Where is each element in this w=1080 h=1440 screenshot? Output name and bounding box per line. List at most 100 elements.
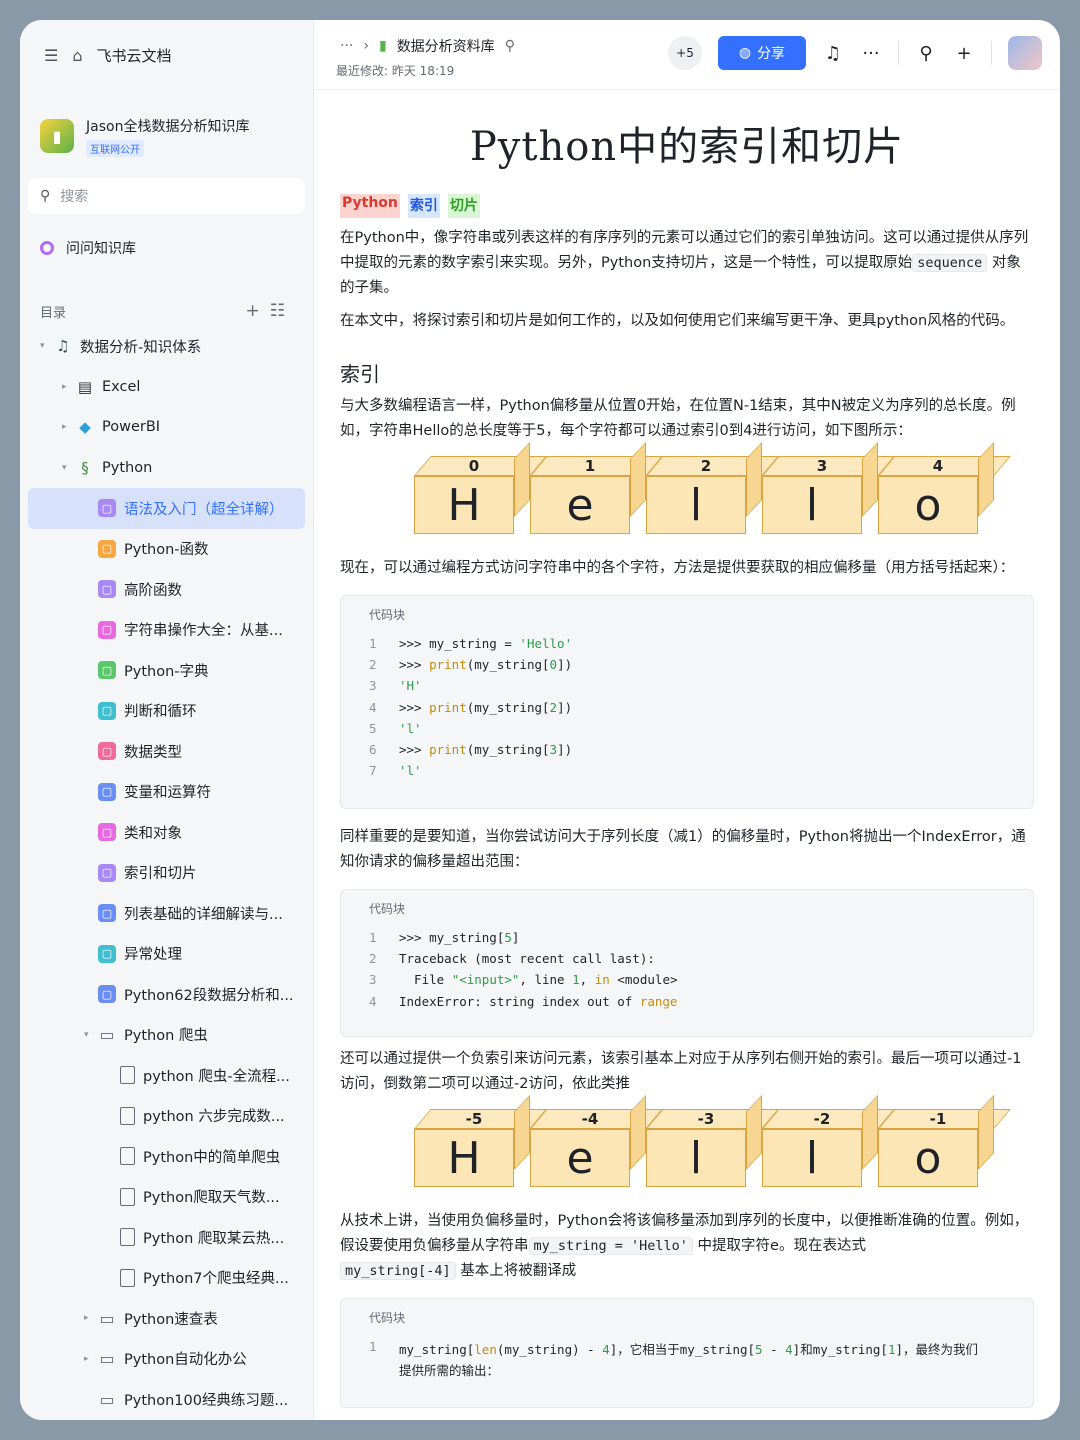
sidebar-item[interactable]: ▸ ◆ PowerBI [20,407,313,448]
add-page-icon[interactable]: + [246,301,270,321]
avatar[interactable] [1008,36,1042,70]
box-letter: o [878,476,978,534]
box-index: -3 [697,1110,715,1128]
sidebar-item-label: Python-字典 [124,663,209,680]
list-options-icon[interactable]: ☷ [270,301,295,321]
divider [991,41,992,65]
code-block[interactable]: 代码块 1 >>> my_string = 'Hello' 2 >>> print(m… [340,595,1034,809]
search-icon[interactable]: ⚲ [915,43,937,64]
share-button[interactable]: ◍ 分享 [718,36,806,70]
sidebar-item-label: Python7个爬虫经典... [143,1271,289,1288]
page-icon: ▢ [98,499,116,518]
pin-icon[interactable]: ⚲ [505,38,515,54]
sidebar-item-label: Python自动化办公 [124,1352,247,1369]
sidebar-item-label: python 爬虫-全流程... [143,1068,290,1085]
search-input[interactable]: ⚲ 搜索 [28,178,305,214]
sidebar-item[interactable]: ▢ Python-字典 [20,650,313,691]
home-icon[interactable]: ⌂ [72,46,82,65]
sidebar-item[interactable]: ▢ 变量和运算符 [20,772,313,813]
diamond-icon: ◆ [79,418,91,437]
code-block[interactable]: 代码块 1 >>> my_string[5] 2 Traceback (most re… [340,889,1034,1037]
knowledge-base-header[interactable]: ▮ Jason全栈数据分析知识库 互联网公开 [20,90,313,160]
code-block[interactable]: 代码块 1 my_string[len(my_string) - 4]，它相当于m… [340,1298,1034,1408]
sidebar-item[interactable]: ▸ ▤ Excel [20,367,313,408]
more-icon[interactable]: ··· [340,38,353,54]
chevron-down-icon[interactable]: ▾ [62,463,76,473]
sidebar-item[interactable]: Python7个爬虫经典... [20,1258,313,1299]
chevron-right-icon[interactable]: ▸ [62,382,76,392]
code-line: 7'l' [369,763,422,779]
tag[interactable]: 索引 [407,194,440,218]
chevron-right-icon: › [363,38,369,54]
sidebar-item[interactable]: ▢ 判断和循环 [20,691,313,732]
doc-icon [120,1268,135,1287]
more-options-icon[interactable]: ··· [860,43,882,64]
paragraph: 在Python中，像字符串或列表这样的有序序列的元素可以通过它们的索引单独访问。… [340,230,1029,296]
sidebar-item[interactable]: ▢ 数据类型 [20,731,313,772]
paragraph: 与大多数编程语言一样，Python偏移量从位置0开始，在位置N-1结束，其中N被… [340,398,1016,439]
doc-header: ··· › ▮ 数据分析资料库 ⚲ 最近修改: 昨天 18:19 +5 ◍ 分享… [314,20,1060,90]
sidebar-item[interactable]: ▾ ♫ 数据分析-知识体系 [20,326,313,367]
letter-box: l2 [646,441,779,536]
sidebar-item[interactable]: Python爬取天气数... [20,1177,313,1218]
doc-icon [120,1066,135,1085]
plus-icon[interactable]: + [953,43,975,64]
sidebar-item[interactable]: ▢ 字符串操作大全：从基... [20,610,313,651]
collaborators-count[interactable]: +5 [668,36,702,70]
sidebar-item-label: 类和对象 [124,825,182,842]
positive-index-diagram: H0e1l2l3o4 [398,441,1034,546]
collapse-sidebar-icon[interactable]: ☰ [44,46,58,65]
sidebar-item[interactable]: python 爬虫-全流程... [20,1055,313,1096]
tag[interactable]: 切片 [447,194,480,218]
breadcrumb-title[interactable]: 数据分析资料库 [397,36,495,56]
tag-list: Python 索引 切片 [340,194,1034,218]
toc-header: 目录 +☷ [20,296,313,326]
notification-bell-icon[interactable]: ♫ [822,43,844,64]
sidebar-item[interactable]: ▢ 列表基础的详细解读与... [20,893,313,934]
python-icon: § [81,458,89,477]
chevron-right-icon[interactable]: ▸ [84,1354,98,1364]
sidebar-item[interactable]: ▢ Python62段数据分析和... [20,974,313,1015]
search-icon: ⚲ [40,188,51,204]
sidebar-item[interactable]: ▾ § Python [20,448,313,489]
sidebar-item[interactable]: ▢ 高阶函数 [20,569,313,610]
header-actions: +5 ◍ 分享 ♫ ··· ⚲ + [668,36,1042,70]
sidebar-item[interactable]: Python 爬取某云热... [20,1217,313,1258]
sidebar-item[interactable]: ▢ 语法及入门（超全详解） [28,488,305,529]
breadcrumb: ··· › ▮ 数据分析资料库 ⚲ [340,36,515,56]
sidebar-item[interactable]: ▢ 异常处理 [20,934,313,975]
code-line: 4 >>> print(my_string[2]) [369,699,573,715]
chevron-down-icon[interactable]: ▾ [40,341,54,351]
ask-knowledge-base-button[interactable]: 问问知识库 [20,230,313,266]
code-line: 提供所需的输出： [399,1363,500,1379]
sidebar-item-label: 数据分析-知识体系 [80,339,202,356]
tag[interactable]: Python [340,194,400,218]
sidebar-item[interactable]: ▢ 索引和切片 [20,853,313,894]
letter-box: l3 [762,441,895,536]
sidebar-item[interactable]: ▸ ▭ Python自动化办公 [20,1339,313,1380]
letter-box: H0 [414,441,547,536]
sidebar-item[interactable]: ▢ 类和对象 [20,812,313,853]
sidebar-item[interactable]: Python中的简单爬虫 [20,1136,313,1177]
sidebar-item[interactable]: ▸ ▭ Python速查表 [20,1298,313,1339]
chevron-right-icon[interactable]: ▸ [62,422,76,432]
sidebar-item[interactable]: ▭ Python100经典练习题... [20,1379,313,1420]
page-icon: ▢ [98,539,116,558]
sidebar-item[interactable]: python 六步完成数... [20,1096,313,1137]
box-letter: l [646,476,746,534]
page-icon: ▢ [98,620,116,639]
code-line: 1 >>> my_string[5] [369,930,520,945]
toc-tree: ▾ ♫ 数据分析-知识体系 ▸ ▤ Excel ▸ ◆ PowerBI ▾ § Python ▢ 语法及入… [20,326,313,1420]
folder-doc-icon: ▮ [378,38,387,54]
chevron-down-icon[interactable]: ▾ [84,1030,98,1040]
sidebar-item[interactable]: ▾ ▭ Python 爬虫 [20,1015,313,1056]
toc-label: 目录 [40,305,67,321]
chevron-right-icon[interactable]: ▸ [84,1313,98,1323]
heading-index: 索引 [340,362,380,386]
sidebar-item[interactable]: ▢ Python-函数 [20,529,313,570]
code-block-label: 代码块 [369,608,406,622]
box-letter: e [530,476,630,534]
paragraph: 从技术上讲，当使用负偏移量时，Python会将该偏移量添加到序列的长度中，以便推… [340,1213,1029,1280]
box-letter: H [414,1129,514,1187]
page-icon: ▢ [98,944,116,963]
